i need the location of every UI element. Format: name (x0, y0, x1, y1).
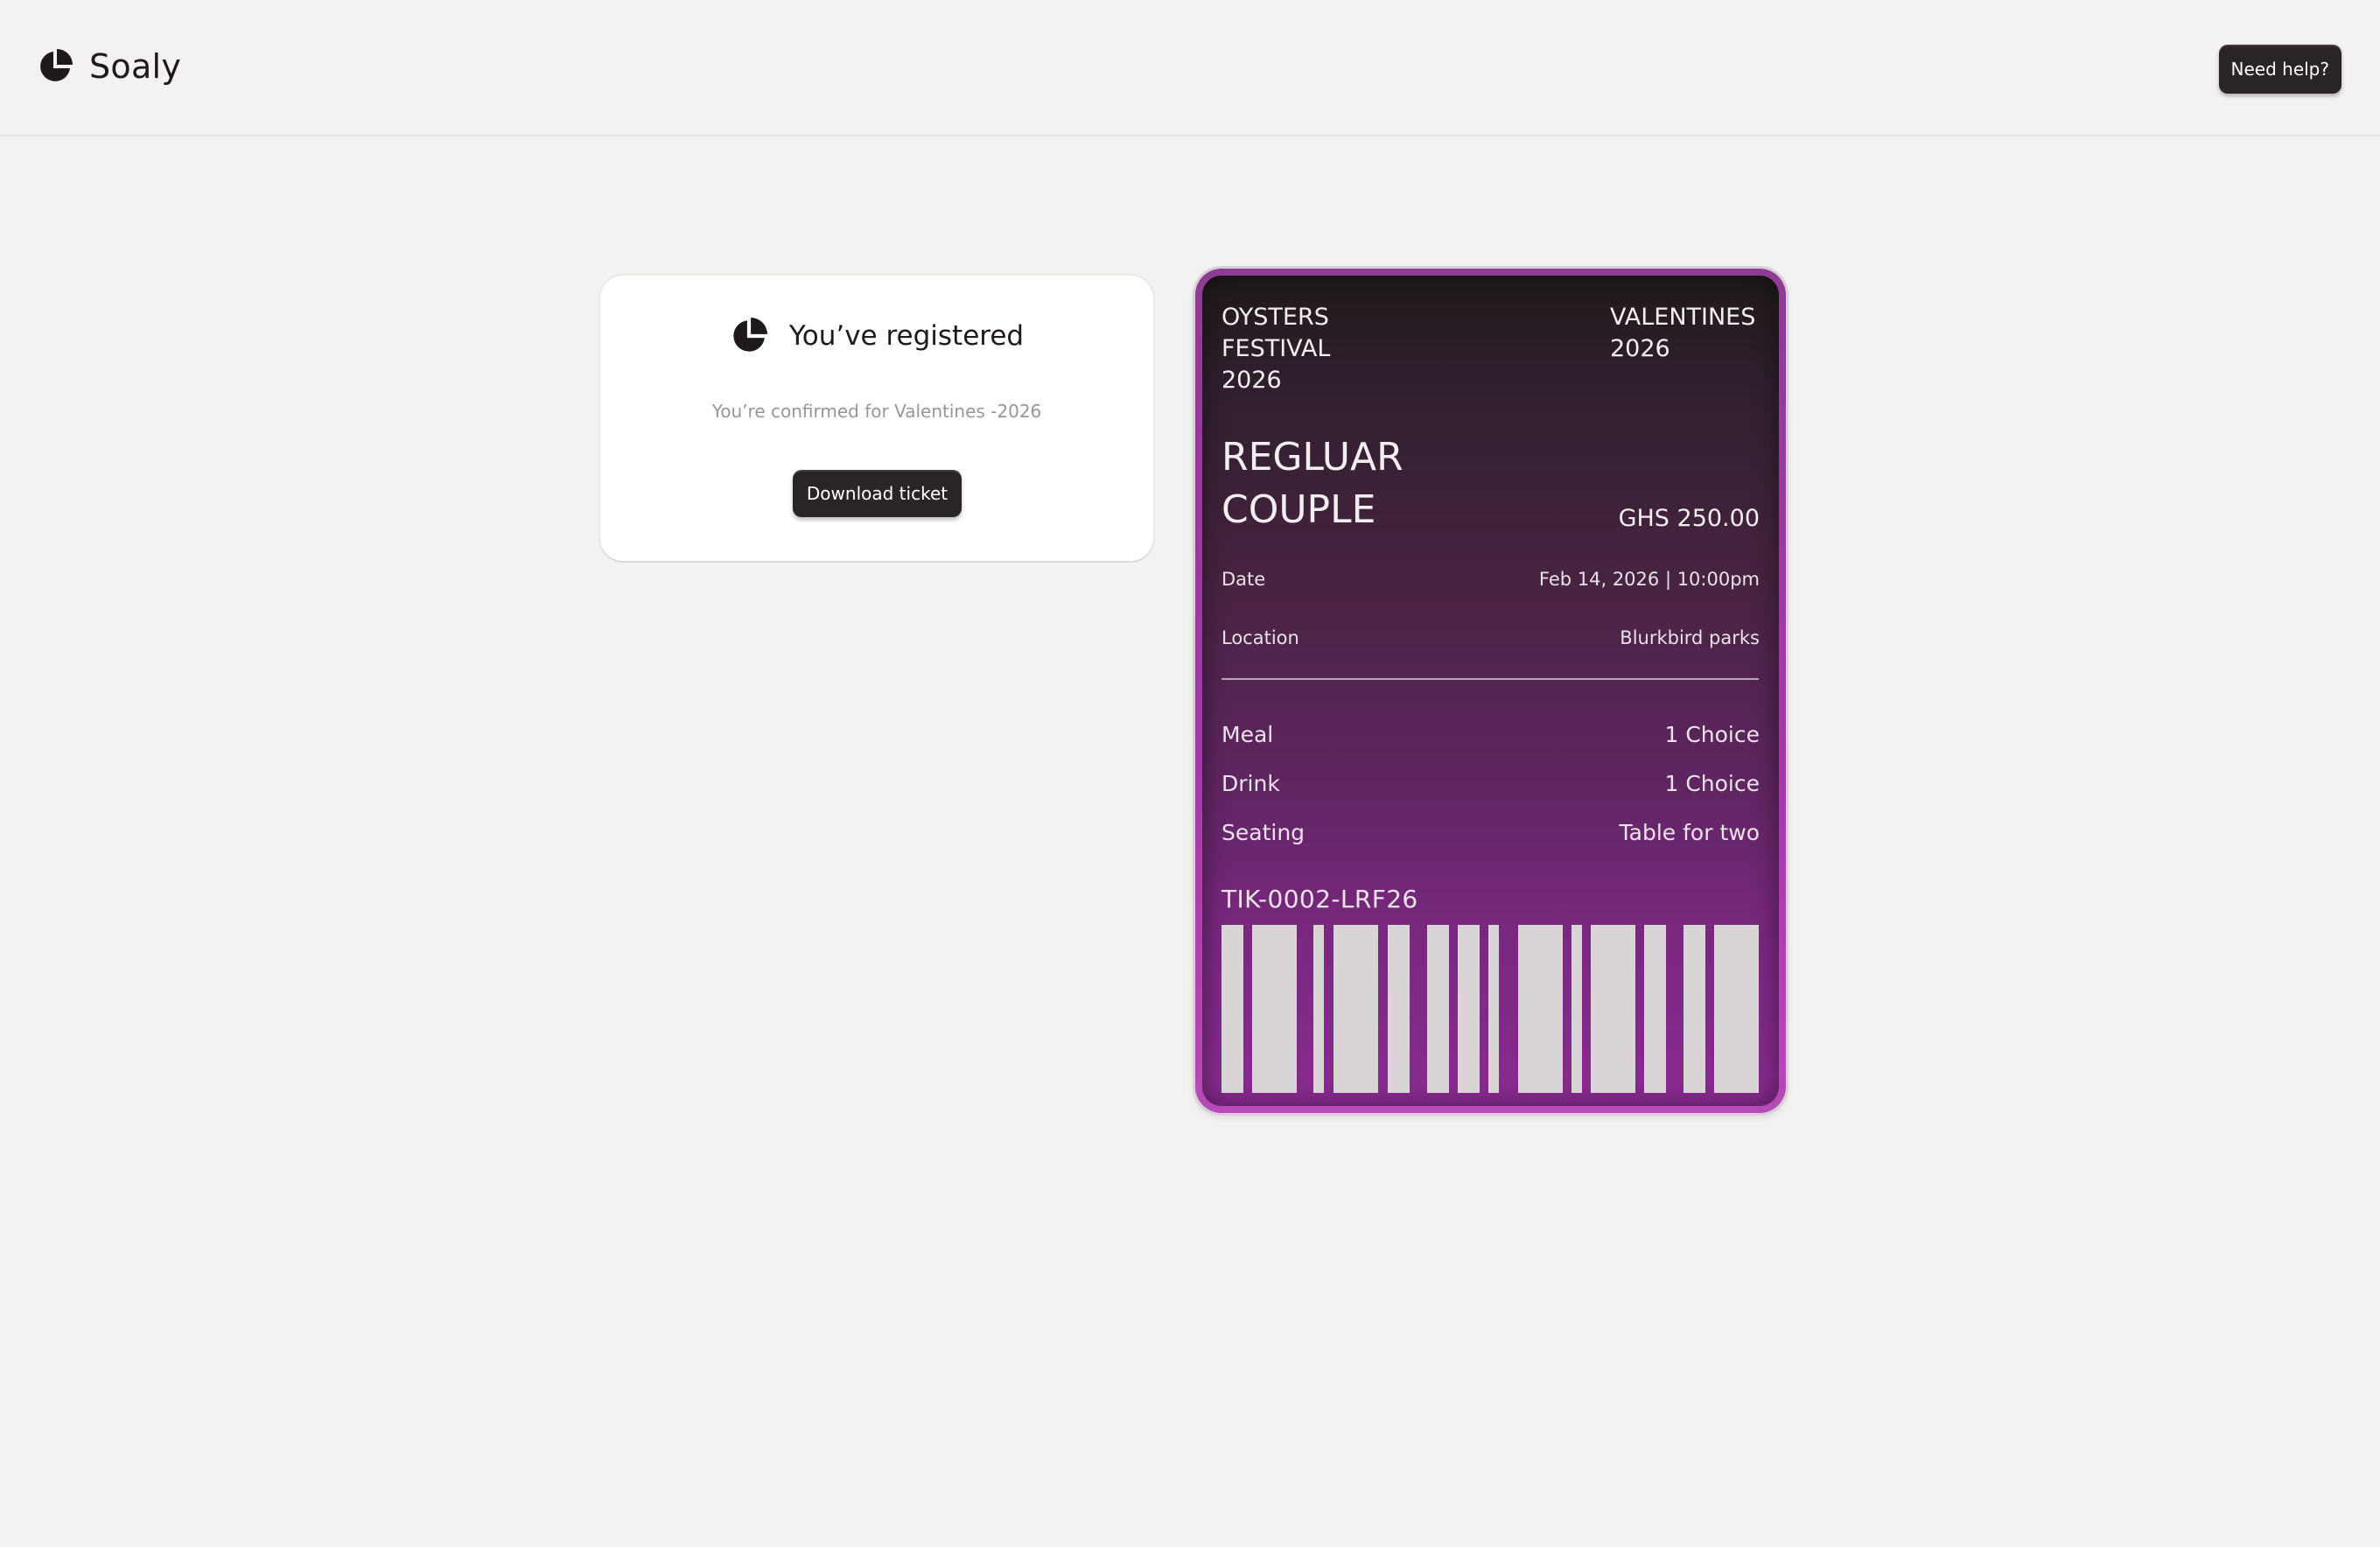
barcode-bar (1427, 925, 1449, 1093)
barcode-bar (1714, 925, 1759, 1093)
ticket-divider (1222, 678, 1759, 680)
ticket-body: OYSTERS FESTIVAL 2026 VALENTINES 2026 RE… (1202, 276, 1779, 1106)
brand-name: Soaly (89, 47, 182, 86)
confirmation-heading: You’ve registered (600, 317, 1153, 355)
event-name-line: OYSTERS (1222, 304, 1329, 331)
barcode-bar (1572, 925, 1582, 1093)
seating-label: Seating (1222, 820, 1306, 845)
top-bar: Soaly Need help? (0, 0, 2380, 136)
ticket-card: OYSTERS FESTIVAL 2026 VALENTINES 2026 RE… (1195, 269, 1786, 1113)
barcode-bar (1458, 925, 1480, 1093)
barcode-bar (1252, 925, 1297, 1093)
barcode-bar (1222, 925, 1243, 1093)
ticket-type-line: COUPLE (1222, 487, 1376, 532)
need-help-button[interactable]: Need help? (2218, 45, 2342, 94)
event-edition-line: 2026 (1610, 335, 1670, 362)
barcode-bar (1388, 925, 1410, 1093)
drink-label: Drink (1222, 771, 1280, 796)
download-ticket-button[interactable]: Download ticket (793, 470, 962, 517)
event-edition-line: VALENTINES (1610, 304, 1756, 331)
meal-label: Meal (1222, 722, 1274, 747)
event-name-line: FESTIVAL (1222, 335, 1331, 362)
event-edition: VALENTINES 2026 (1610, 302, 1779, 365)
ticket-price: GHS 250.00 (1618, 505, 1760, 532)
barcode (1222, 925, 1759, 1093)
ticket-type: REGLUAR COUPLE (1222, 431, 1484, 536)
location-value: Blurkbird parks (1620, 627, 1760, 648)
barcode-bar (1313, 925, 1324, 1093)
barcode-bar (1334, 925, 1378, 1093)
event-name: OYSTERS FESTIVAL 2026 (1222, 302, 1396, 396)
pie-logo-icon (40, 49, 73, 81)
date-value: Feb 14, 2026 | 10:00pm (1538, 569, 1760, 590)
date-label: Date (1222, 569, 1266, 590)
confirmation-subtitle: You’re confirmed for Valentines -2026 (711, 401, 1042, 422)
meal-value: 1 Choice (1664, 722, 1760, 747)
barcode-bar (1488, 925, 1499, 1093)
pie-logo-icon (733, 318, 767, 352)
brand[interactable]: Soaly (37, 42, 181, 91)
ticket-code: TIK-0002-LRF26 (1222, 885, 1418, 914)
barcode-bar (1644, 925, 1666, 1093)
confirmation-title: You’ve registered (788, 320, 1025, 352)
drink-value: 1 Choice (1664, 771, 1760, 796)
ticket-type-line: REGLUAR (1222, 435, 1404, 480)
barcode-bar (1591, 925, 1635, 1093)
registration-confirmation-card: You’ve registered You’re confirmed for V… (600, 276, 1153, 561)
event-name-line: 2026 (1222, 367, 1282, 394)
barcode-bar (1684, 925, 1705, 1093)
barcode-bar (1518, 925, 1563, 1093)
location-label: Location (1222, 627, 1299, 648)
seating-value: Table for two (1619, 820, 1760, 845)
